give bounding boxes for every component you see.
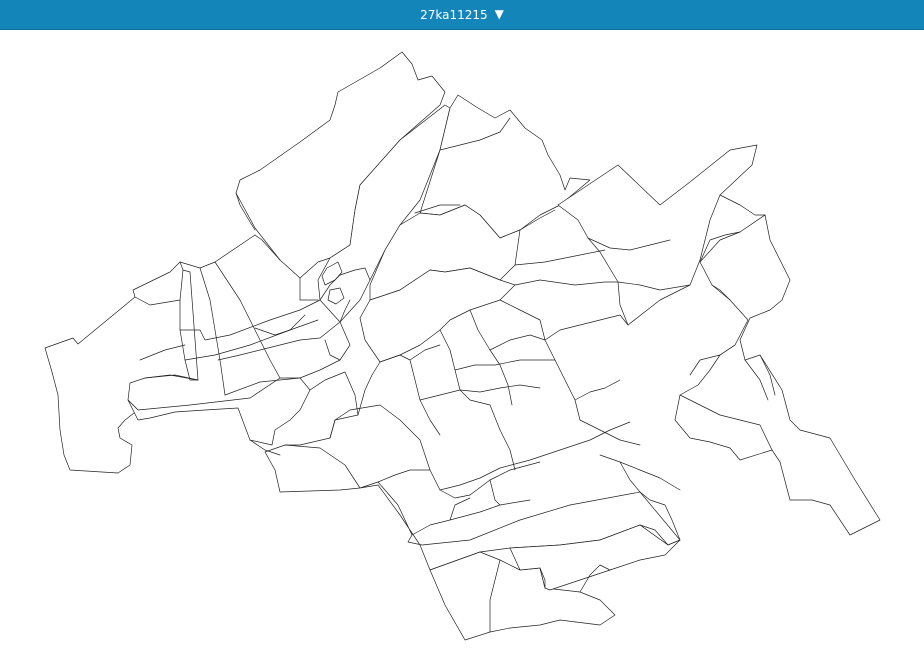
district-west-coast[interactable] <box>44 261 199 474</box>
district-map-svg[interactable] <box>0 30 924 660</box>
district-far-east[interactable] <box>674 214 881 536</box>
top-bar: 27ka11215 ▼ <box>0 0 924 30</box>
district-map[interactable] <box>0 30 924 660</box>
triangle-down-icon: ▼ <box>494 6 504 21</box>
map-selector-dropdown[interactable]: 27ka11215 ▼ <box>414 5 510 25</box>
district-southwest[interactable] <box>127 377 311 446</box>
district-polygons[interactable] <box>44 51 881 641</box>
map-selector-label: 27ka11215 <box>420 7 488 22</box>
